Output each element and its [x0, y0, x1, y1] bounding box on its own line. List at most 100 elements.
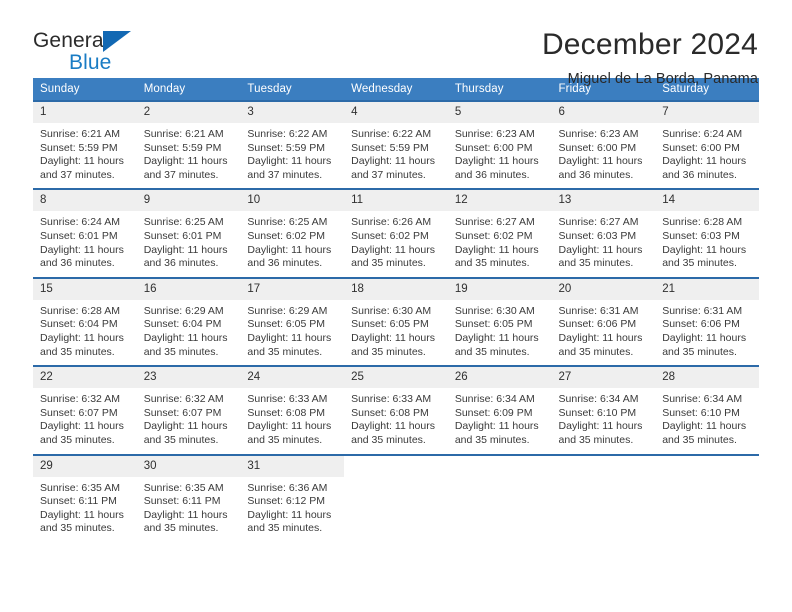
sunrise-text: Sunrise: 6:21 AM — [143, 128, 224, 140]
day-cell-inner: 15 Sunrise: 6:28 AM Sunset: 6:04 PM Dayligh… — [33, 278, 137, 365]
sunrise-text: Sunrise: 6:35 AM — [143, 481, 224, 494]
calendar-day-cell[interactable]: 2 Sunrise: 6:21 AM Sunset: 5:59 PM Daylight… — [136, 99, 241, 190]
sunset-text: Sunset: 6:04 PM — [143, 318, 222, 331]
calendar-day-cell[interactable]: 1 Sunrise: 6:21 AM Sunset: 5:59 PM Daylight… — [33, 99, 137, 190]
calendar-day-cell[interactable]: 19 Sunrise: 6:30 AM Sunset: 6:05 PM Dayligh… — [447, 276, 552, 367]
calendar-day-cell[interactable]: 14 Sunrise: 6:28 AM Sunset: 6:03 PM Dayligh… — [655, 188, 759, 278]
calendar-day-cell[interactable]: 3 Sunrise: 6:22 AM Sunset: 5:59 PM Daylight… — [240, 99, 345, 190]
daylight-text-line2: and 36 minutes. — [247, 257, 323, 270]
calendar-day-cell[interactable]: 15 Sunrise: 6:28 AM Sunset: 6:04 PM Dayligh… — [33, 276, 137, 367]
sunrise-text: Sunrise: 6:31 AM — [662, 304, 743, 317]
daylight-text-line1: Daylight: 11 hours — [662, 420, 747, 433]
daylight-text-line1: Daylight: 11 hours — [351, 420, 435, 433]
day-details: Sunrise: 6:27 AM Sunset: 6:03 PM Daylight:… — [552, 211, 656, 276]
sunrise-text: Sunrise: 6:29 AM — [247, 304, 328, 317]
day-cell-inner: 21 Sunrise: 6:31 AM Sunset: 6:06 PM Dayligh… — [655, 278, 759, 365]
sunset-text: Sunset: 6:10 PM — [558, 406, 637, 419]
daylight-text-line2: and 35 minutes. — [247, 345, 323, 358]
day-cell-inner: 14 Sunrise: 6:28 AM Sunset: 6:03 PM Dayligh… — [655, 190, 759, 276]
calendar-day-cell[interactable]: 22 Sunrise: 6:32 AM Sunset: 6:07 PM Dayligh… — [33, 365, 137, 455]
logo-triangle-icon — [103, 31, 131, 52]
daylight-text-line1: Daylight: 11 hours — [454, 420, 539, 433]
sunset-text: Sunset: 6:12 PM — [247, 495, 326, 508]
daylight-text-line2: and 35 minutes. — [351, 257, 426, 270]
day-number: 26 — [447, 367, 552, 389]
weekday-header-thursday: Thursday — [447, 78, 552, 101]
calendar-body: 1 Sunrise: 6:21 AM Sunset: 5:59 PM Daylight… — [33, 99, 759, 542]
calendar-day-cell[interactable]: 24 Sunrise: 6:33 AM Sunset: 6:08 PM Dayligh… — [240, 365, 345, 455]
logo-word-blue: Blue — [69, 51, 112, 74]
general-blue-logo[interactable]: General Blue — [33, 26, 193, 73]
calendar-day-cell[interactable]: 5 Sunrise: 6:23 AM Sunset: 6:00 PM Daylight… — [447, 99, 552, 190]
daylight-text-line2: and 35 minutes. — [454, 345, 530, 358]
daylight-text-line2: and 35 minutes. — [662, 345, 737, 358]
day-number: 7 — [655, 102, 759, 123]
day-details: Sunrise: 6:35 AM Sunset: 6:11 PM Daylight:… — [33, 477, 137, 542]
sunrise-text: Sunrise: 6:23 AM — [454, 128, 535, 140]
calendar-day-cell[interactable]: 23 Sunrise: 6:32 AM Sunset: 6:07 PM Dayligh… — [136, 365, 241, 455]
calendar-day-cell-empty — [551, 453, 656, 542]
sunset-text: Sunset: 6:06 PM — [558, 318, 637, 331]
day-cell-inner: 22 Sunrise: 6:32 AM Sunset: 6:07 PM Dayligh… — [33, 367, 137, 453]
day-cell-inner — [447, 455, 552, 542]
day-number: 28 — [655, 367, 759, 389]
calendar-day-cell[interactable]: 26 Sunrise: 6:34 AM Sunset: 6:09 PM Dayligh… — [447, 365, 552, 455]
calendar-day-cell[interactable]: 8 Sunrise: 6:24 AM Sunset: 6:01 PM Daylight… — [33, 188, 137, 278]
daylight-text-line1: Daylight: 11 hours — [351, 243, 435, 256]
day-number: 9 — [136, 190, 241, 212]
sunrise-text: Sunrise: 6:28 AM — [662, 216, 743, 229]
day-number: 1 — [33, 102, 137, 123]
calendar-day-cell[interactable]: 13 Sunrise: 6:27 AM Sunset: 6:03 PM Dayligh… — [551, 188, 656, 278]
calendar-day-cell[interactable]: 30 Sunrise: 6:35 AM Sunset: 6:11 PM Dayligh… — [136, 453, 241, 542]
day-cell-inner: 3 Sunrise: 6:22 AM Sunset: 5:59 PM Daylight… — [240, 102, 345, 188]
calendar-day-cell[interactable]: 12 Sunrise: 6:27 AM Sunset: 6:02 PM Dayligh… — [447, 188, 552, 278]
day-cell-inner: 23 Sunrise: 6:32 AM Sunset: 6:07 PM Dayligh… — [136, 367, 241, 453]
calendar-week-row: 22 Sunrise: 6:32 AM Sunset: 6:07 PM Dayligh… — [33, 365, 759, 455]
day-details: Sunrise: 6:22 AM Sunset: 5:59 PM Daylight:… — [240, 123, 344, 188]
day-cell-inner: 1 Sunrise: 6:21 AM Sunset: 5:59 PM Daylight… — [33, 102, 137, 188]
weekday-header-sunday: Sunday — [33, 78, 137, 101]
calendar-day-cell[interactable]: 25 Sunrise: 6:33 AM Sunset: 6:08 PM Dayligh… — [344, 365, 448, 455]
calendar-day-cell[interactable]: 29 Sunrise: 6:35 AM Sunset: 6:11 PM Dayligh… — [33, 453, 137, 542]
day-details: Sunrise: 6:30 AM Sunset: 6:05 PM Daylight:… — [344, 300, 448, 365]
calendar-day-cell[interactable]: 11 Sunrise: 6:26 AM Sunset: 6:02 PM Dayligh… — [344, 188, 448, 278]
sunset-text: Sunset: 6:07 PM — [40, 406, 118, 419]
day-cell-inner: 18 Sunrise: 6:30 AM Sunset: 6:05 PM Dayligh… — [344, 278, 448, 365]
calendar-day-cell[interactable]: 4 Sunrise: 6:22 AM Sunset: 5:59 PM Daylight… — [344, 99, 448, 190]
calendar-day-cell[interactable]: 21 Sunrise: 6:31 AM Sunset: 6:06 PM Dayligh… — [655, 276, 759, 367]
daylight-text-line1: Daylight: 11 hours — [247, 420, 332, 433]
day-details: Sunrise: 6:35 AM Sunset: 6:11 PM Daylight:… — [137, 477, 241, 542]
calendar-day-cell[interactable]: 28 Sunrise: 6:34 AM Sunset: 6:10 PM Dayligh… — [655, 365, 759, 455]
sunset-text: Sunset: 6:01 PM — [143, 229, 222, 242]
calendar-day-cell[interactable]: 18 Sunrise: 6:30 AM Sunset: 6:05 PM Dayligh… — [344, 276, 448, 367]
calendar-day-cell[interactable]: 10 Sunrise: 6:25 AM Sunset: 6:02 PM Dayligh… — [240, 188, 345, 278]
sunrise-text: Sunrise: 6:22 AM — [247, 128, 328, 140]
daylight-text-line1: Daylight: 11 hours — [454, 331, 539, 344]
sunrise-text: Sunrise: 6:24 AM — [40, 216, 120, 229]
daylight-text-line1: Daylight: 11 hours — [143, 243, 228, 256]
page-header: General Blue December 2024 Miguel de La … — [0, 0, 792, 87]
day-cell-inner: 27 Sunrise: 6:34 AM Sunset: 6:10 PM Dayligh… — [551, 367, 656, 453]
sunrise-text: Sunrise: 6:27 AM — [558, 216, 639, 229]
day-details: Sunrise: 6:32 AM Sunset: 6:07 PM Daylight:… — [137, 388, 241, 453]
calendar-day-cell[interactable]: 20 Sunrise: 6:31 AM Sunset: 6:06 PM Dayligh… — [551, 276, 656, 367]
sunset-text: Sunset: 6:08 PM — [351, 406, 429, 419]
day-number: 2 — [136, 102, 241, 123]
day-cell-inner: 11 Sunrise: 6:26 AM Sunset: 6:02 PM Dayligh… — [344, 190, 448, 276]
calendar-day-cell[interactable]: 6 Sunrise: 6:23 AM Sunset: 6:00 PM Daylight… — [551, 99, 656, 190]
sunset-text: Sunset: 6:00 PM — [662, 141, 740, 154]
daylight-text-line2: and 35 minutes. — [558, 433, 634, 446]
calendar-day-cell[interactable]: 9 Sunrise: 6:25 AM Sunset: 6:01 PM Daylight… — [136, 188, 241, 278]
day-cell-inner: 6 Sunrise: 6:23 AM Sunset: 6:00 PM Daylight… — [551, 102, 656, 188]
sunset-text: Sunset: 6:06 PM — [662, 318, 740, 331]
calendar-day-cell[interactable]: 27 Sunrise: 6:34 AM Sunset: 6:10 PM Dayligh… — [551, 365, 656, 455]
daylight-text-line2: and 35 minutes. — [40, 433, 115, 446]
calendar-day-cell[interactable]: 7 Sunrise: 6:24 AM Sunset: 6:00 PM Daylight… — [655, 99, 759, 190]
day-cell-inner — [344, 455, 448, 542]
daylight-text-line1: Daylight: 11 hours — [143, 420, 228, 433]
day-number: 21 — [655, 278, 759, 300]
calendar-day-cell[interactable]: 31 Sunrise: 6:36 AM Sunset: 6:12 PM Dayligh… — [240, 453, 345, 542]
sunrise-text: Sunrise: 6:34 AM — [662, 393, 743, 406]
calendar-day-cell[interactable]: 17 Sunrise: 6:29 AM Sunset: 6:05 PM Dayligh… — [240, 276, 345, 367]
calendar-day-cell[interactable]: 16 Sunrise: 6:29 AM Sunset: 6:04 PM Dayligh… — [136, 276, 241, 367]
